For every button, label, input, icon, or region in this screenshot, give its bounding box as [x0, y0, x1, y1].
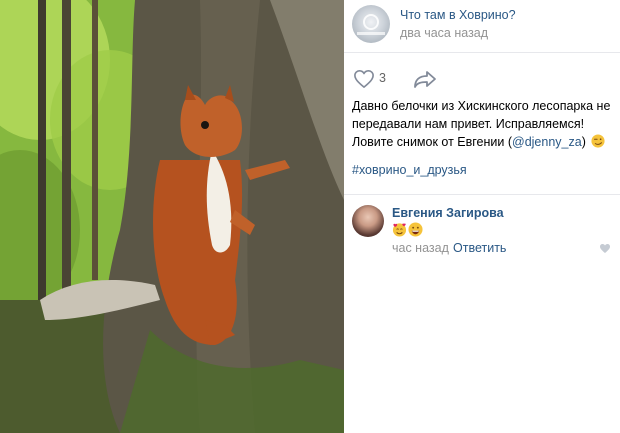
- hashtag-link[interactable]: #ховрино_и_друзья: [352, 163, 467, 177]
- heart-small-icon[interactable]: [599, 243, 611, 254]
- group-name-link[interactable]: Что там в Ховрино?: [400, 8, 516, 22]
- smirk-face-emoji: [591, 134, 605, 148]
- comment-time[interactable]: час назад: [392, 241, 449, 255]
- avatar-emblem-icon: [363, 14, 379, 30]
- post-photo[interactable]: [0, 0, 344, 433]
- post-panel: Что там в Ховрино? два часа назад 3 Давн…: [344, 0, 620, 433]
- reply-button[interactable]: Ответить: [453, 241, 506, 255]
- comment-text: [392, 222, 424, 238]
- post-actions: 3: [344, 67, 620, 93]
- like-count: 3: [379, 71, 386, 85]
- post-text-close: ): [581, 135, 586, 149]
- post-time[interactable]: два часа назад: [400, 26, 488, 40]
- comment-author-name[interactable]: Евгения Загирова: [392, 206, 504, 220]
- comment-author-avatar[interactable]: [352, 205, 384, 237]
- share-arrow-icon[interactable]: [413, 70, 437, 89]
- mention-link[interactable]: @djenny_za: [512, 135, 582, 149]
- squirrel-photo-image: [0, 0, 344, 433]
- grinning-face-emoji: [408, 222, 423, 237]
- heart-outline-icon[interactable]: [353, 69, 375, 89]
- post-header: Что там в Ховрино? два часа назад: [344, 0, 620, 53]
- comments-divider: [344, 194, 620, 195]
- post-text: Давно белочки из Хискинского лесопарка н…: [352, 97, 614, 151]
- smiling-face-with-hearts-emoji: [392, 223, 407, 237]
- group-avatar[interactable]: [352, 5, 390, 43]
